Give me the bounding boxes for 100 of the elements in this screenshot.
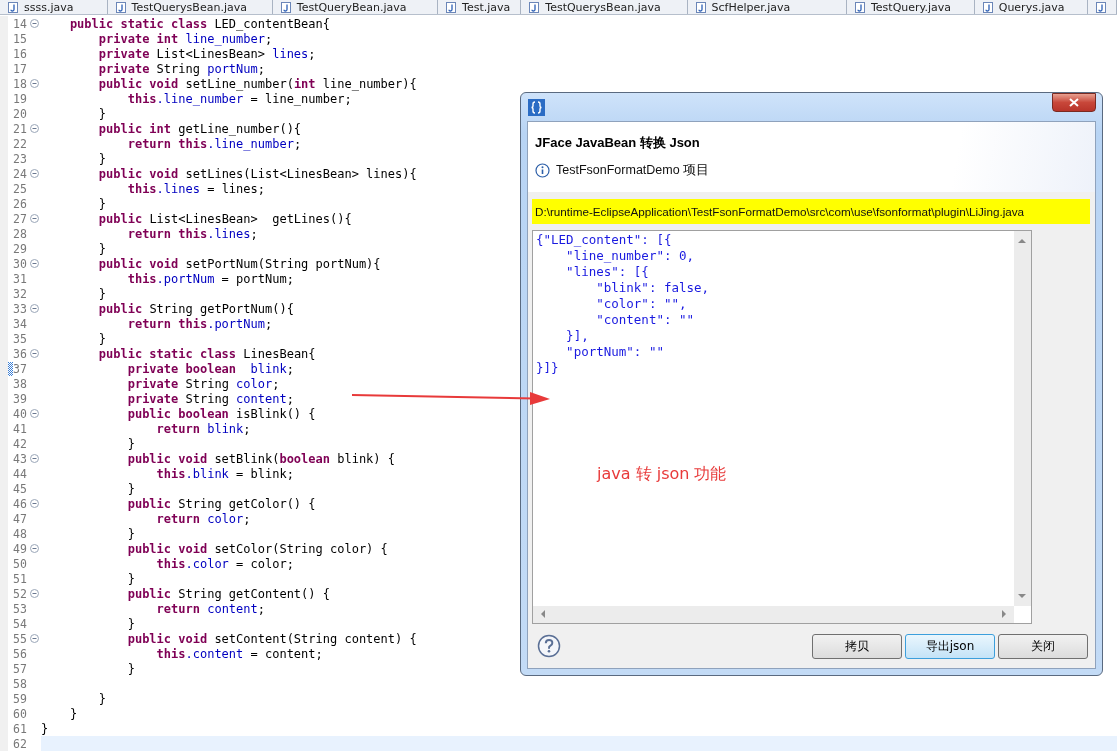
line-number: 21 <box>13 121 28 136</box>
vertical-scrollbar[interactable] <box>1014 231 1031 606</box>
collapse-icon[interactable] <box>30 349 39 358</box>
line-number: 53 <box>13 601 28 616</box>
line-number: 42 <box>13 436 28 451</box>
line-number: 20 <box>13 106 28 121</box>
code-line: } <box>126 571 135 586</box>
code-line: this.portNum = portNum; <box>126 271 294 286</box>
line-number: 18 <box>13 76 28 91</box>
code-line: public List<LinesBean> getLines(){ <box>97 211 352 226</box>
java-file-icon <box>280 1 291 13</box>
info-icon <box>535 163 550 178</box>
line-number: 58 <box>13 676 28 691</box>
editor-tab[interactable]: ScfHelper.java <box>687 0 847 14</box>
horizontal-scrollbar[interactable] <box>533 606 1014 623</box>
collapse-icon[interactable] <box>30 259 39 268</box>
line-number: 36 <box>13 346 28 361</box>
code-line: } <box>97 286 107 301</box>
java-file-icon <box>446 1 457 13</box>
line-number: 24 <box>13 166 28 181</box>
code-line: public String getColor() { <box>126 496 316 511</box>
line-number: 56 <box>13 646 28 661</box>
line-number: 50 <box>13 556 28 571</box>
line-number: 22 <box>13 136 28 151</box>
dialog-message: TestFsonFormatDemo 项目 <box>556 162 710 179</box>
json-output: {"LED_content": [{ "line_number": 0, "lines": [{ "blink": false, "color": "", "content": "" }], "portNum": "" }]} <box>535 231 711 377</box>
line-number: 55 <box>13 631 28 646</box>
code-line: return this.line_number; <box>126 136 302 151</box>
line-number: 39 <box>13 391 28 406</box>
code-line: public boolean isBlink() { <box>126 406 316 421</box>
editor-tab[interactable]: TestQuerysBean.java <box>107 0 273 14</box>
code-line: this.color = color; <box>155 556 294 571</box>
editor-tab[interactable]: TestQuery.java <box>847 0 975 14</box>
close-button[interactable] <box>1052 93 1096 112</box>
code-line: } <box>126 481 135 496</box>
collapse-icon[interactable] <box>30 169 39 178</box>
code-line: return this.lines; <box>126 226 258 241</box>
dialog-button[interactable]: 拷贝 <box>812 633 902 659</box>
line-number: 61 <box>13 721 28 736</box>
help-icon[interactable] <box>537 634 561 658</box>
editor-tab[interactable] <box>1088 0 1117 14</box>
code-line: private int line_number; <box>97 31 273 46</box>
collapse-icon[interactable] <box>30 499 39 508</box>
code-line: public static class LinesBean{ <box>97 346 316 361</box>
code-line: public void setLine_number(int line_number){ <box>97 76 417 91</box>
dialog-title: JFace JavaBean 转换 Json <box>535 134 701 152</box>
line-number: 62 <box>13 736 28 751</box>
line-number: 40 <box>13 406 28 421</box>
code-line: } <box>126 526 135 541</box>
line-number: 16 <box>13 46 28 61</box>
java-file-icon <box>695 1 706 13</box>
line-number: 41 <box>13 421 28 436</box>
collapse-icon[interactable] <box>30 634 39 643</box>
dialog-button[interactable]: 关闭 <box>998 633 1088 659</box>
code-line: private boolean blink; <box>126 361 294 376</box>
collapse-icon[interactable] <box>30 544 39 553</box>
editor-tab[interactable]: TestQuerysBean.java <box>521 0 688 14</box>
code-line: } <box>68 706 78 721</box>
code-line: public int getLine_number(){ <box>97 121 302 136</box>
collapse-icon[interactable] <box>30 304 39 313</box>
code-line: public static class LED_contentBean{ <box>68 16 330 31</box>
code-line: public String getPortNum(){ <box>97 301 294 316</box>
code-line: } <box>41 721 49 736</box>
file-path: D:\runtime-EclipseApplication\TestFsonFormatDemo\src\com\use\fsonformat\plugin\LiJing.java <box>532 199 1090 224</box>
code-line: } <box>126 436 135 451</box>
line-number: 15 <box>13 31 28 46</box>
java-file-icon <box>529 1 540 13</box>
editor-tab[interactable]: ssss.java <box>0 0 108 14</box>
line-number: 25 <box>13 181 28 196</box>
line-number: 60 <box>13 706 28 721</box>
dialog-button[interactable]: 导出json <box>905 633 995 659</box>
editor-tab[interactable]: TestQueryBean.java <box>272 0 439 14</box>
java-file-icon <box>982 1 993 13</box>
code-line: public String getContent() { <box>126 586 330 601</box>
line-number: 59 <box>13 691 28 706</box>
line-number: 33 <box>13 301 28 316</box>
java-file-icon <box>855 1 865 13</box>
line-number: 38 <box>13 376 28 391</box>
collapse-icon[interactable] <box>30 409 39 418</box>
code-line: this.blink = blink; <box>155 466 294 481</box>
java-file-icon <box>115 1 126 13</box>
collapse-icon[interactable] <box>30 124 39 133</box>
code-line: } <box>97 106 107 121</box>
collapse-icon[interactable] <box>30 214 39 223</box>
code-line: } <box>97 196 107 211</box>
code-line: public void setLines(List<LinesBean> lines){ <box>97 166 417 181</box>
code-line: } <box>126 661 135 676</box>
line-number: 47 <box>13 511 28 526</box>
collapse-icon[interactable] <box>30 454 39 463</box>
line-number: 27 <box>13 211 28 226</box>
editor-tab[interactable]: Test.java <box>438 0 522 14</box>
line-number: 14 <box>13 16 28 31</box>
collapse-icon[interactable] <box>30 19 39 28</box>
code-line: public void setColor(String color) { <box>126 541 388 556</box>
java-file-icon <box>8 1 18 13</box>
code-line: return content; <box>155 601 265 616</box>
collapse-icon[interactable] <box>30 79 39 88</box>
collapse-icon[interactable] <box>30 589 39 598</box>
code-line: } <box>97 331 107 346</box>
editor-tab[interactable]: Querys.java <box>974 0 1088 14</box>
